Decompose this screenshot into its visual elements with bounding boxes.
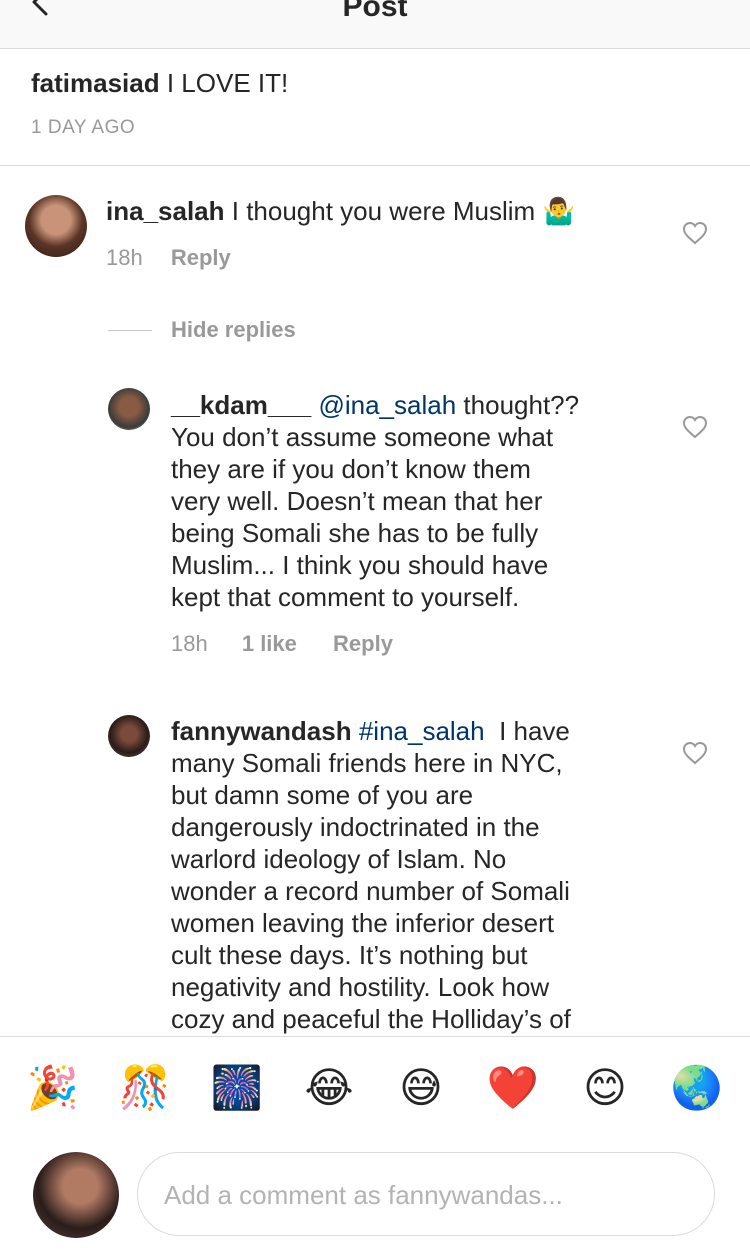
shrug-emoji-icon: 🤷‍♂️ xyxy=(542,196,575,226)
red-heart-emoji-icon[interactable]: ❤️ xyxy=(485,1060,541,1116)
post-caption: fatimasiad I LOVE IT! xyxy=(31,68,288,99)
confetti-ball-emoji-icon[interactable]: 🎊 xyxy=(117,1060,173,1116)
like-heart-icon[interactable] xyxy=(682,415,708,439)
divider xyxy=(0,165,750,166)
caption-username[interactable]: fatimasiad xyxy=(31,68,160,98)
mention-link[interactable]: @ina_salah xyxy=(318,390,456,420)
reply-text-line: cult these days. It’s nothing but xyxy=(171,940,528,970)
hashtag-link[interactable]: #ina_salah xyxy=(359,716,485,746)
comment-time: 18h xyxy=(106,245,143,270)
reply-text-line: negativity and hostility. Look how xyxy=(171,972,550,1002)
reply-button[interactable]: Reply xyxy=(333,631,393,656)
reply-text-line: very well. Doesn’t mean that her xyxy=(171,486,543,516)
reply-text-line: thought?? xyxy=(463,390,580,420)
caption-timestamp: 1 DAY AGO xyxy=(31,117,136,138)
likes-count[interactable]: 1 like xyxy=(242,631,297,656)
reply-text-line: but damn some of you are xyxy=(171,780,474,810)
fireworks-emoji-icon[interactable]: 🎆 xyxy=(209,1060,265,1116)
reply-text-line: wonder a record number of Somali xyxy=(171,876,570,906)
avatar-fannywandash[interactable] xyxy=(108,715,150,757)
top-nav-bar: Post xyxy=(0,0,750,49)
comment-ina-salah: ina_salah I thought you were Muslim 🤷‍♂️ xyxy=(106,195,666,227)
party-popper-emoji-icon[interactable]: 🎉 xyxy=(25,1060,81,1116)
globe-emoji-icon[interactable]: 🌏 xyxy=(669,1060,725,1116)
avatar-kdam[interactable] xyxy=(108,388,150,430)
like-heart-icon[interactable] xyxy=(682,221,708,245)
comment-meta: 18h Reply xyxy=(106,245,231,271)
avatar-ina-salah[interactable] xyxy=(25,195,87,257)
like-heart-icon[interactable] xyxy=(682,741,708,765)
reply-text-line: many Somali friends here in NYC, xyxy=(171,748,563,778)
reply-text-line: You don’t assume someone what xyxy=(171,422,554,452)
comment-username[interactable]: ina_salah xyxy=(106,196,225,226)
smiling-face-emoji-icon[interactable]: 😊 xyxy=(577,1060,633,1116)
reply-text-line: they are if you don’t know them xyxy=(171,454,531,484)
reply-text-line: dangerously indoctrinated in the xyxy=(171,812,540,842)
reply-meta: 18h 1 like Reply xyxy=(171,631,393,657)
reply-text-line: cozy and peaceful the Holliday’s of xyxy=(171,1004,571,1034)
reply-fannywandash: fannywandash #ina_salah I have many Soma… xyxy=(171,715,651,1035)
current-user-avatar xyxy=(33,1152,119,1238)
reply-text-line: warlord ideology of Islam. No xyxy=(171,844,507,874)
reply-username[interactable]: __kdam___ xyxy=(171,390,311,420)
reply-text-line: women leaving the inferior desert xyxy=(171,908,554,938)
hide-replies-button[interactable]: Hide replies xyxy=(171,317,296,343)
hide-replies-line xyxy=(108,330,152,331)
reply-button[interactable]: Reply xyxy=(171,245,231,270)
comment-input[interactable] xyxy=(162,1173,686,1217)
tears-of-joy-emoji-icon[interactable]: 😂 xyxy=(301,1060,357,1116)
caption-text: I LOVE IT! xyxy=(166,68,289,98)
reply-username[interactable]: fannywandash xyxy=(171,716,352,746)
sweat-smile-emoji-icon[interactable]: 😅 xyxy=(393,1060,449,1116)
comment-input-box[interactable] xyxy=(137,1152,715,1236)
emoji-quick-bar: 🎉 🎊 🎆 😂 😅 ❤️ 😊 🌏 xyxy=(0,1060,750,1120)
reply-text-line: I have xyxy=(499,716,570,746)
reply-text-line: kept that comment to yourself. xyxy=(171,582,520,612)
page-title: Post xyxy=(342,0,408,23)
comment-body: I thought you were Muslim xyxy=(231,196,536,226)
reply-time: 18h xyxy=(171,631,208,656)
reply-text-line: Muslim... I think you should have xyxy=(171,550,549,580)
reply-kdam: __kdam___ @ina_salah thought?? You don’t… xyxy=(171,389,651,613)
reply-text-line: being Somali she has to be fully xyxy=(171,518,539,548)
